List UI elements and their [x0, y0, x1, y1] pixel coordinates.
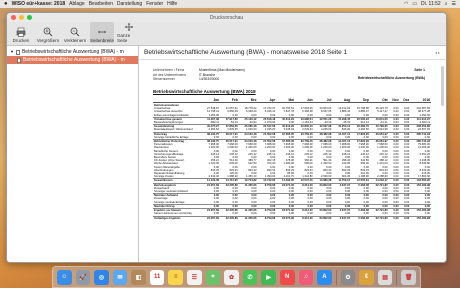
report-page: Seite 1 Betriebswirtschaftliche Auswertu…: [145, 63, 439, 259]
page-number: Seite 1: [414, 68, 425, 72]
document-title: Betriebswirtschaftliche Auswertung (BWA)…: [139, 46, 446, 60]
print-button[interactable]: Drucken: [9, 22, 33, 43]
toolbar: Drucken Vergrößern Verkleinern Seitenbre…: [7, 22, 446, 46]
mail-app[interactable]: ✉: [112, 269, 128, 285]
zoom-in-button[interactable]: Vergrößern: [36, 22, 60, 43]
window-titlebar[interactable]: Druckvorschau: [7, 13, 446, 22]
messages-app[interactable]: ✆: [242, 269, 258, 285]
disclosure-triangle-icon[interactable]: ▼: [10, 48, 14, 56]
table-row: Vorläufiges Ergebnis 24.057,69 22.305,86 11…: [153, 215, 431, 220]
document-icon: [15, 49, 20, 55]
header-field-key: Art des Unternehmens: [153, 72, 186, 77]
reminders-app[interactable]: ☰: [187, 269, 202, 285]
table-cell: 22.305,86: [220, 215, 239, 220]
clock[interactable]: Di. 11:52: [421, 0, 441, 8]
vertical-scrollbar[interactable]: [441, 66, 444, 106]
pane-controls-icon[interactable]: ◂ ▸: [435, 46, 440, 60]
dock: ☺ 🚀 ◎ ✉ ◧ 11 ≡ ☰ ⌖ ✿ ✆ ▶ N ♫ A ⚙ € ▤ 🗑: [52, 266, 421, 288]
menu-item[interactable]: Hilfe: [167, 0, 177, 8]
menu-item[interactable]: Bearbeiten: [89, 0, 113, 8]
window-title: Druckvorschau: [209, 14, 244, 21]
table-cell: 2.647,97: [332, 215, 352, 220]
sidebar-item-report-page[interactable]: Betriebswirtschaftliche Auswertung (BWA)…: [7, 56, 138, 64]
table-cell: 23.074,30: [276, 215, 295, 220]
sidebar-item-report[interactable]: ▼ Betriebswirtschaftliche Auswertung (BW…: [7, 48, 138, 56]
window-body: ▼ Betriebswirtschaftliche Auswertung (BW…: [7, 46, 446, 262]
menu-app-name[interactable]: WISO eür+kasse: 2018: [12, 0, 66, 8]
zoom-button[interactable]: [27, 15, 32, 20]
full-page-icon: [125, 23, 133, 31]
table-cell: 11.335,66: [238, 215, 258, 220]
menu-status-area: ◠ ▭ Di. 11:52 ⌕ ☰: [404, 0, 456, 8]
launchpad-app[interactable]: 🚀: [75, 269, 91, 285]
header-field-key: Unternehmen / Firma: [153, 68, 185, 72]
maps-app[interactable]: ⌖: [205, 269, 221, 285]
sidebar-item-label: Betriebswirtschaftliche Auswertung (BWA)…: [23, 57, 125, 63]
contacts-app[interactable]: ◧: [131, 269, 146, 285]
sidebar: ▼ Betriebswirtschaftliche Auswertung (BW…: [7, 46, 139, 262]
wiso-app[interactable]: €: [359, 269, 374, 285]
page-width-icon: [98, 30, 106, 34]
wifi-icon[interactable]: ◠: [404, 0, 408, 8]
battery-icon[interactable]: ▭: [412, 0, 417, 8]
preview-area: Betriebswirtschaftliche Auswertung (BWA)…: [139, 46, 446, 262]
sidebar-item-label: Betriebswirtschaftliche Auswertung (BWA)…: [21, 49, 124, 55]
dock-separator: [396, 269, 398, 285]
dock-separator: [335, 269, 337, 285]
page-width-button[interactable]: Seitenbreite: [90, 22, 114, 43]
notes-app[interactable]: ≡: [168, 269, 184, 285]
zoom-out-button[interactable]: Verkleinern: [63, 22, 87, 43]
finder-app[interactable]: ☺: [57, 269, 72, 285]
table-cell: 22.721,80: [369, 215, 389, 220]
magnifier-plus-icon: [43, 27, 53, 37]
table-cell: 8.759,68: [257, 215, 277, 220]
facetime-app[interactable]: ▶: [261, 269, 276, 285]
print-label: Drucken: [12, 38, 30, 43]
table-cell: 152.183,98: [410, 215, 431, 220]
menu-item[interactable]: Ablage: [69, 0, 85, 8]
document-title-text: Betriebswirtschaftliche Auswertung (BWA)…: [144, 49, 348, 56]
settings-app[interactable]: ⚙: [340, 269, 356, 285]
magnifier-minus-icon: [70, 27, 80, 37]
news-app[interactable]: N: [279, 269, 295, 285]
menu-bar: ● WISO eür+kasse: 2018 Ablage Bearbeiten…: [0, 0, 460, 8]
table-cell: 0,00: [399, 215, 411, 220]
printer-icon: [16, 27, 26, 37]
header-field-key: Steuernummer: [153, 77, 175, 81]
photos-app[interactable]: ✿: [224, 269, 239, 285]
menu-item[interactable]: Fenster: [146, 0, 163, 8]
zoom-in-label: Vergrößern: [36, 38, 60, 43]
bwa-table: Jan Feb Mrz Apr Mai Jun Jul Aug Sep Okt Nov Dez 2018…: [153, 98, 431, 220]
report-header-right: Betriebswirtschaftliche Auswertung (BWA): [358, 76, 425, 80]
spotlight-icon[interactable]: ⌕: [445, 0, 448, 8]
report-title: Betriebswirtschaftliche Auswertung (BWA)…: [153, 89, 256, 94]
table-cell: 0,00: [388, 215, 400, 220]
row-label: Vorläufiges Ergebnis: [153, 215, 202, 220]
page-width-label: Seitenbreite: [89, 38, 115, 43]
menu-item[interactable]: Darstellung: [117, 0, 142, 8]
close-button[interactable]: [11, 15, 16, 20]
table-cell: 24.057,69: [201, 215, 221, 220]
zoom-out-label: Verkleinern: [63, 38, 87, 43]
full-page-button[interactable]: Ganze Seite: [117, 22, 141, 43]
header-field-value: Musterfirma (Max Mustermann): [199, 68, 245, 72]
music-app[interactable]: ♫: [298, 269, 314, 285]
safari-app[interactable]: ◎: [94, 269, 109, 285]
window-controls: [11, 15, 32, 20]
table-cell: 5.266,38: [351, 215, 370, 220]
preview-app[interactable]: ▤: [377, 269, 393, 285]
appstore-app[interactable]: A: [317, 269, 332, 285]
trash-app[interactable]: 🗑: [401, 269, 416, 285]
table-cell: 23.802,60: [313, 215, 333, 220]
apple-icon[interactable]: ●: [4, 0, 8, 8]
print-preview-window: Druckvorschau Drucken Vergrößern Verklei…: [6, 12, 447, 263]
table-cell: 8.212,00: [294, 215, 314, 220]
notification-center-icon[interactable]: ☰: [452, 0, 456, 8]
document-icon: [17, 57, 21, 63]
calendar-app[interactable]: 11: [149, 269, 165, 285]
full-page-label: Ganze Seite: [117, 33, 131, 43]
minimize-button[interactable]: [19, 15, 24, 20]
